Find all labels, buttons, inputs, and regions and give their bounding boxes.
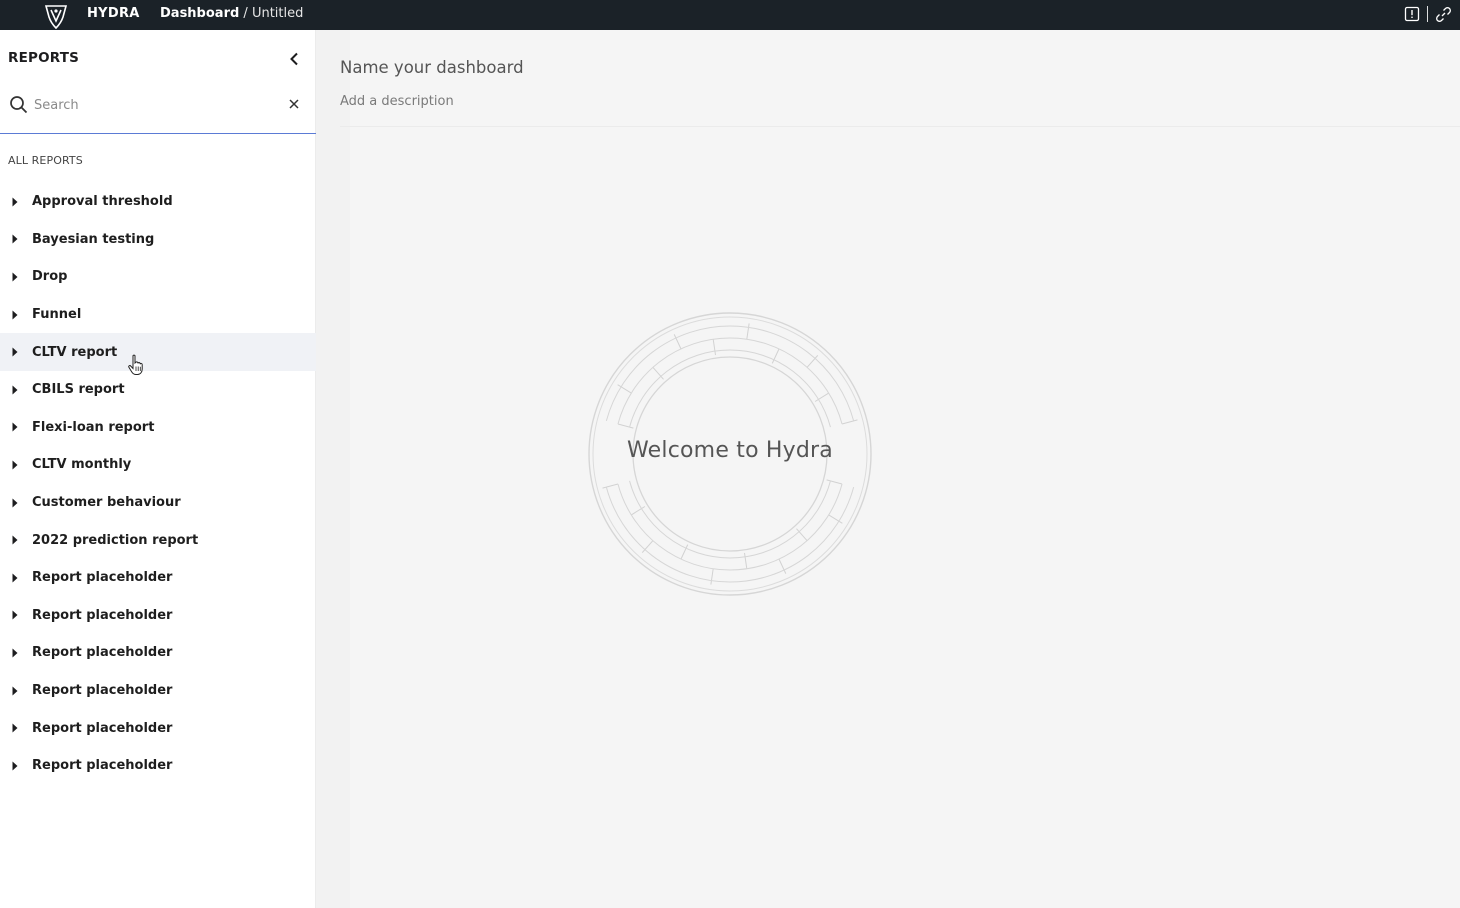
report-label: Report placeholder	[32, 607, 173, 623]
report-item[interactable]: Approval threshold	[0, 183, 316, 221]
report-item[interactable]: Flexi-loan report	[0, 409, 316, 447]
search-icon	[9, 95, 29, 115]
link-icon[interactable]	[1434, 5, 1452, 23]
caret-right-icon[interactable]	[0, 535, 32, 545]
report-list: Approval threshold Bayesian testing Drop Fu…	[0, 183, 316, 785]
report-item[interactable]: Customer behaviour	[0, 484, 316, 522]
report-item[interactable]: Report placeholder	[0, 709, 316, 747]
caret-right-icon[interactable]	[0, 234, 32, 244]
dashboard-title-input[interactable]: Name your dashboard	[340, 58, 524, 77]
caret-right-icon[interactable]	[0, 573, 32, 583]
breadcrumb-untitled: Untitled	[251, 6, 304, 21]
mouse-pointer-hand-icon	[128, 354, 143, 375]
report-label: Report placeholder	[32, 720, 173, 736]
report-item[interactable]: Bayesian testing	[0, 221, 316, 259]
report-label: Drop	[32, 269, 68, 285]
dashboard-main: Name your dashboard Add a description We…	[316, 30, 1460, 908]
caret-right-icon[interactable]	[0, 498, 32, 508]
report-label: Flexi-loan report	[32, 419, 155, 435]
report-item[interactable]: Report placeholder	[0, 559, 316, 597]
report-label: Report placeholder	[32, 758, 173, 774]
report-item[interactable]: 2022 prediction report	[0, 521, 316, 559]
report-item[interactable]: CLTV report	[0, 333, 316, 371]
caret-right-icon[interactable]	[0, 723, 32, 733]
caret-right-icon[interactable]	[0, 385, 32, 395]
hydra-logo-icon[interactable]	[43, 3, 69, 30]
report-label: Customer behaviour	[32, 495, 181, 511]
caret-right-icon[interactable]	[0, 197, 32, 207]
dashboard-description-input[interactable]: Add a description	[340, 94, 454, 109]
alert-icon[interactable]	[1403, 5, 1421, 23]
report-label: CLTV report	[32, 344, 118, 360]
report-item[interactable]: Report placeholder	[0, 634, 316, 672]
topbar-actions	[1403, 5, 1452, 23]
caret-right-icon[interactable]	[0, 686, 32, 696]
reports-sidebar: REPORTS ALL REPORTS Approval threshold Ba…	[0, 30, 316, 908]
report-item[interactable]: Funnel	[0, 296, 316, 334]
caret-right-icon[interactable]	[0, 761, 32, 771]
search-input[interactable]	[34, 93, 274, 117]
sidebar-title: REPORTS	[8, 50, 80, 66]
report-item[interactable]: Report placeholder	[0, 747, 316, 785]
search-box	[0, 86, 316, 134]
all-reports-label: ALL REPORTS	[8, 154, 83, 167]
breadcrumb: Dashboard / Untitled	[160, 6, 303, 21]
report-label: Approval threshold	[32, 194, 173, 210]
brand-name[interactable]: HYDRA	[87, 6, 140, 21]
clear-search-close-icon[interactable]	[286, 96, 302, 112]
caret-right-icon[interactable]	[0, 460, 32, 470]
breadcrumb-dashboard[interactable]: Dashboard	[160, 6, 239, 21]
report-item[interactable]: CLTV monthly	[0, 446, 316, 484]
breadcrumb-separator: /	[239, 6, 252, 21]
report-item[interactable]: Drop	[0, 258, 316, 296]
caret-right-icon[interactable]	[0, 310, 32, 320]
report-label: Funnel	[32, 307, 82, 323]
report-item[interactable]: Report placeholder	[0, 597, 316, 635]
report-label: Report placeholder	[32, 683, 173, 699]
report-label: Report placeholder	[32, 645, 173, 661]
header-divider	[340, 126, 1460, 127]
caret-right-icon[interactable]	[0, 648, 32, 658]
report-item[interactable]: CBILS report	[0, 371, 316, 409]
topbar-divider	[1427, 6, 1428, 22]
top-bar: HYDRA Dashboard / Untitled	[0, 0, 1460, 30]
caret-right-icon[interactable]	[0, 272, 32, 282]
report-label: 2022 prediction report	[32, 532, 199, 548]
welcome-text: Welcome to Hydra	[627, 438, 833, 463]
report-label: CLTV monthly	[32, 457, 132, 473]
collapse-sidebar-chevron-left-icon[interactable]	[286, 50, 302, 68]
report-label: Bayesian testing	[32, 231, 155, 247]
caret-right-icon[interactable]	[0, 347, 32, 357]
main-left-strip	[316, 30, 350, 908]
report-label: Report placeholder	[32, 570, 173, 586]
caret-right-icon[interactable]	[0, 422, 32, 432]
caret-right-icon[interactable]	[0, 610, 32, 620]
report-label: CBILS report	[32, 382, 125, 398]
report-item[interactable]: Report placeholder	[0, 672, 316, 710]
